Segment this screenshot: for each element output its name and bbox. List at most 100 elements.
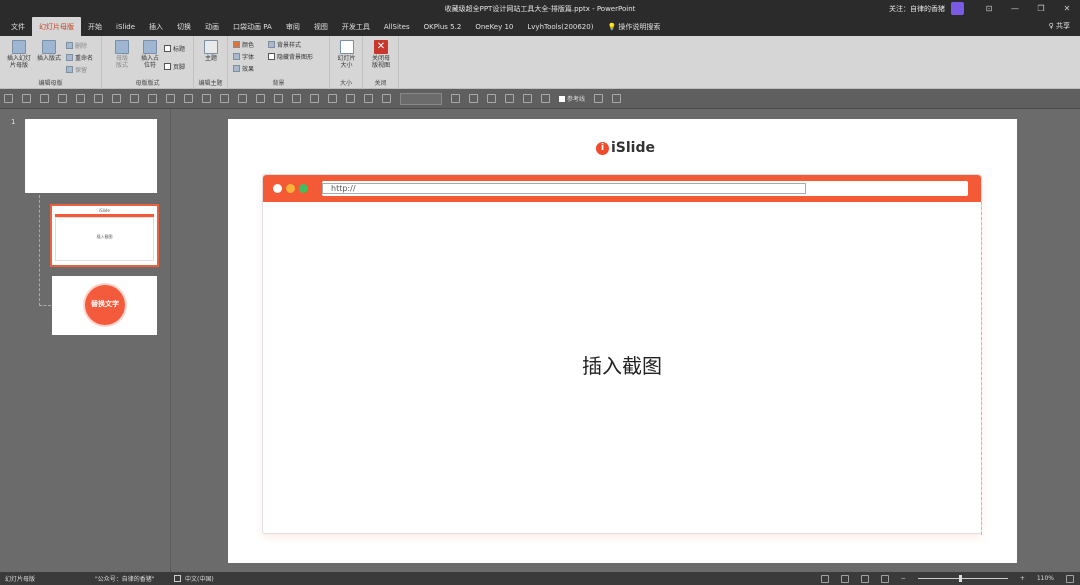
ribbon-display-options-icon[interactable]: ⊡ bbox=[976, 0, 1002, 17]
zoom-slider-knob[interactable] bbox=[958, 575, 962, 582]
zoom-slider[interactable] bbox=[917, 575, 1008, 582]
close-master-view-button[interactable]: ✕ 关闭母版视图 bbox=[367, 40, 395, 69]
tab-pocket-animation[interactable]: 口袋动画 PA bbox=[226, 17, 279, 36]
eyedropper-icon[interactable] bbox=[238, 94, 247, 103]
tab-view[interactable]: 视图 bbox=[307, 17, 335, 36]
zoom-in-icon[interactable]: + bbox=[1020, 575, 1025, 582]
slide-sorter-icon[interactable] bbox=[840, 574, 849, 583]
shape-icon[interactable] bbox=[166, 94, 175, 103]
effects-dropdown[interactable]: 效果 bbox=[233, 64, 254, 73]
reading-view-icon[interactable] bbox=[860, 574, 869, 583]
checkbox-icon bbox=[164, 45, 171, 52]
crop-icon[interactable] bbox=[94, 94, 103, 103]
minimize-button[interactable]: — bbox=[1002, 0, 1028, 17]
tab-onekey[interactable]: OneKey 10 bbox=[468, 17, 520, 36]
restore-button[interactable]: ❐ bbox=[1028, 0, 1054, 17]
slide-thumbnails-pane[interactable]: 1 iSlide 插入截图 替换文字 bbox=[0, 109, 171, 572]
paste-icon[interactable] bbox=[274, 94, 283, 103]
align-icon[interactable] bbox=[130, 94, 139, 103]
align-text-icon[interactable] bbox=[523, 94, 532, 103]
text-direction-icon[interactable] bbox=[505, 94, 514, 103]
tab-slide-master[interactable]: 幻灯片母版 bbox=[32, 17, 81, 36]
save-icon[interactable] bbox=[4, 94, 13, 103]
preserve-button[interactable]: 保留 bbox=[66, 65, 87, 74]
font-size-field[interactable] bbox=[400, 92, 442, 105]
bullets-icon[interactable] bbox=[451, 94, 460, 103]
fonts-dropdown[interactable]: 字体 bbox=[233, 52, 254, 61]
delete-button[interactable]: 删除 bbox=[66, 41, 87, 50]
group-edit-theme: 主题 编辑主题 bbox=[194, 36, 228, 89]
tell-me-search[interactable]: 💡 操作说明搜索 bbox=[600, 17, 667, 36]
thumbnail-layout-screenshot[interactable]: iSlide 插入截图 bbox=[50, 204, 159, 267]
arrange-icon[interactable] bbox=[184, 94, 193, 103]
tab-developer[interactable]: 开发工具 bbox=[335, 17, 377, 36]
text-box-icon[interactable] bbox=[328, 94, 337, 103]
master-layout-button[interactable]: 母版版式 bbox=[108, 40, 136, 69]
tab-islide[interactable]: iSlide bbox=[109, 17, 142, 36]
flip-icon[interactable] bbox=[310, 94, 319, 103]
shape-fill-icon[interactable] bbox=[220, 94, 229, 103]
slide[interactable]: i iSlide http:// 插入截图 bbox=[228, 119, 1017, 563]
tab-home[interactable]: 开始 bbox=[81, 17, 109, 36]
line-color-icon[interactable] bbox=[364, 94, 373, 103]
insert-slide-master-button[interactable]: 插入幻灯片母版 bbox=[4, 40, 34, 69]
thumbnail-master[interactable] bbox=[25, 119, 157, 193]
normal-view-icon[interactable] bbox=[820, 574, 829, 583]
share-button[interactable]: ♀ 共享 bbox=[1049, 21, 1070, 31]
tab-okplus[interactable]: OKPlus 5.2 bbox=[417, 17, 469, 36]
address-text-box[interactable]: http:// bbox=[322, 183, 806, 194]
thumbnail-layout-circle[interactable]: 替换文字 bbox=[52, 276, 157, 335]
screenshot-placeholder[interactable]: 插入截图 bbox=[263, 350, 981, 379]
group-icon[interactable] bbox=[202, 94, 211, 103]
background-styles-dropdown[interactable]: 背景样式 bbox=[268, 40, 301, 49]
fit-slide-icon[interactable] bbox=[1066, 574, 1074, 583]
insert-layout-button[interactable]: 插入版式 bbox=[34, 40, 64, 62]
zoom-level[interactable]: 110% bbox=[1037, 575, 1054, 582]
unlink-icon[interactable] bbox=[612, 94, 622, 103]
slide-size-button[interactable]: 幻灯片大小 bbox=[332, 40, 361, 69]
colors-dropdown[interactable]: 颜色 bbox=[233, 40, 254, 49]
close-window-button[interactable]: ✕ bbox=[1054, 0, 1080, 17]
rotate-icon[interactable] bbox=[292, 94, 301, 103]
redo-icon[interactable] bbox=[40, 94, 49, 103]
format-painter-icon[interactable] bbox=[58, 94, 67, 103]
zoom-out-icon[interactable]: − bbox=[901, 575, 906, 582]
copy-icon[interactable] bbox=[256, 94, 265, 103]
font-color-icon[interactable] bbox=[382, 94, 391, 103]
image-icon[interactable] bbox=[76, 94, 85, 103]
footer-checkbox[interactable]: 页脚 bbox=[164, 62, 185, 71]
tab-transitions[interactable]: 切换 bbox=[170, 17, 198, 36]
hide-background-checkbox[interactable]: 隐藏背景图形 bbox=[268, 52, 313, 61]
tab-review[interactable]: 审阅 bbox=[279, 17, 307, 36]
line-spacing-icon[interactable] bbox=[346, 94, 355, 103]
insert-placeholder-button[interactable]: 插入占位符 bbox=[136, 40, 164, 69]
theme-button[interactable]: 主题 bbox=[198, 40, 224, 62]
avatar[interactable] bbox=[951, 2, 964, 15]
follow-label[interactable]: 关注：自律的香猪 bbox=[889, 4, 945, 14]
fonts-icon bbox=[233, 53, 240, 60]
title-checkbox[interactable]: 标题 bbox=[164, 44, 185, 53]
tab-lvyhtools[interactable]: LvyhTools(200620) bbox=[520, 17, 600, 36]
browser-mockup[interactable]: http:// 插入截图 bbox=[262, 174, 982, 535]
tab-insert[interactable]: 插入 bbox=[142, 17, 170, 36]
numbering-icon[interactable] bbox=[469, 94, 478, 103]
browser-address-bar[interactable]: http:// bbox=[322, 181, 968, 196]
theme-label: "公众号：自律的香猪" bbox=[95, 576, 155, 583]
undo-icon[interactable] bbox=[22, 94, 31, 103]
distribute-icon[interactable] bbox=[148, 94, 157, 103]
rename-button[interactable]: 重命名 bbox=[66, 53, 93, 62]
slide-canvas[interactable]: i iSlide http:// 插入截图 bbox=[171, 109, 1080, 572]
language-indicator[interactable]: 中文(中国) bbox=[174, 574, 214, 583]
smartart-icon[interactable] bbox=[541, 94, 550, 103]
guides-toggle[interactable]: 参考线 bbox=[559, 94, 585, 103]
thumbnail-logo: iSlide bbox=[99, 208, 110, 213]
link-icon[interactable] bbox=[594, 94, 604, 103]
slideshow-icon[interactable] bbox=[880, 574, 889, 583]
indent-icon[interactable] bbox=[487, 94, 496, 103]
tab-file[interactable]: 文件 bbox=[4, 17, 32, 36]
tab-allsites[interactable]: AllSites bbox=[377, 17, 417, 36]
tab-animations[interactable]: 动画 bbox=[198, 17, 226, 36]
effects-icon bbox=[233, 65, 240, 72]
screenshot-icon[interactable] bbox=[112, 94, 121, 103]
customize-toolbar-icon[interactable] bbox=[630, 94, 639, 103]
